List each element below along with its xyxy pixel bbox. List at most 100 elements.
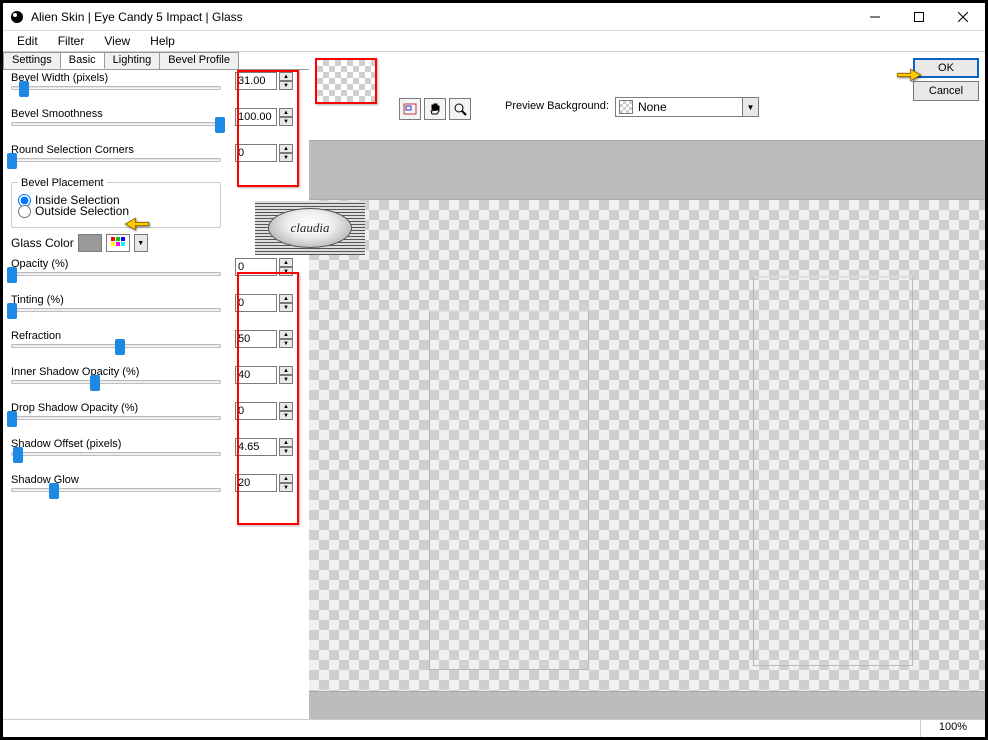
- slider-thumb[interactable]: [49, 483, 59, 499]
- preview-thumbnail[interactable]: [315, 58, 377, 104]
- bevel-smoothness-spinner[interactable]: ▲▼: [279, 108, 293, 126]
- round-corners-input[interactable]: [235, 144, 277, 162]
- preview-toolbar: Preview Background: None ▼ OK Cancel: [309, 52, 985, 140]
- radio-outside-input[interactable]: [18, 205, 31, 218]
- preview-shape: [753, 276, 913, 666]
- glass-color-palette-button[interactable]: [106, 234, 130, 252]
- shadow-glow-spinner[interactable]: ▲▼: [279, 474, 293, 492]
- tinting-input[interactable]: [235, 294, 277, 312]
- chevron-down-icon: ▼: [742, 98, 758, 116]
- annotation-hand-icon: [123, 214, 151, 234]
- drop-shadow-spinner[interactable]: ▲▼: [279, 402, 293, 420]
- param-tinting: Tinting (%) ▲▼: [11, 294, 301, 328]
- preview-canvas[interactable]: [309, 200, 985, 691]
- slider-thumb[interactable]: [13, 447, 23, 463]
- bevel-smoothness-input[interactable]: [235, 108, 277, 126]
- parameters-panel: Settings Basic Lighting Bevel Profile Be…: [3, 52, 309, 719]
- preview-bottom-bar: [309, 691, 985, 719]
- drop-shadow-input[interactable]: [235, 402, 277, 420]
- opacity-slider[interactable]: [11, 272, 221, 276]
- preview-bg-select[interactable]: None ▼: [615, 97, 759, 117]
- preview-area: Preview Background: None ▼ OK Cancel: [309, 52, 985, 719]
- shadow-offset-slider[interactable]: [11, 452, 221, 456]
- menu-help[interactable]: Help: [142, 34, 183, 48]
- param-shadow-glow: Shadow Glow ▲▼: [11, 474, 301, 508]
- opacity-spinner[interactable]: ▲▼: [279, 258, 293, 276]
- shadow-glow-slider[interactable]: [11, 488, 221, 492]
- preview-bg-label: Preview Background:: [505, 100, 609, 112]
- tab-lighting[interactable]: Lighting: [104, 52, 161, 69]
- bevel-placement-title: Bevel Placement: [18, 177, 107, 189]
- checker-icon: [619, 100, 633, 114]
- preview-top-bar: [309, 140, 985, 200]
- bevel-width-slider[interactable]: [11, 86, 221, 90]
- preview-bg-value: None: [638, 100, 667, 114]
- annotation-hand-icon: [895, 65, 923, 85]
- glass-color-swatch[interactable]: [78, 234, 102, 252]
- zoom-tool[interactable]: [449, 98, 471, 120]
- preview-tools: [399, 98, 471, 120]
- param-inner-shadow: Inner Shadow Opacity (%) ▲▼: [11, 366, 301, 400]
- slider-thumb[interactable]: [90, 375, 100, 391]
- round-corners-spinner[interactable]: ▲▼: [279, 144, 293, 162]
- tabs: Settings Basic Lighting Bevel Profile: [3, 52, 309, 70]
- radio-outside-label: Outside Selection: [35, 204, 129, 218]
- slider-thumb[interactable]: [7, 303, 17, 319]
- tab-settings[interactable]: Settings: [3, 52, 61, 69]
- slider-thumb[interactable]: [7, 411, 17, 427]
- menu-edit[interactable]: Edit: [9, 34, 46, 48]
- slider-thumb[interactable]: [19, 81, 29, 97]
- slider-thumb[interactable]: [7, 267, 17, 283]
- close-button[interactable]: [941, 3, 985, 31]
- shadow-glow-input[interactable]: [235, 474, 277, 492]
- shadow-offset-spinner[interactable]: ▲▼: [279, 438, 293, 456]
- maximize-button[interactable]: [897, 3, 941, 31]
- inner-shadow-spinner[interactable]: ▲▼: [279, 366, 293, 384]
- slider-thumb[interactable]: [7, 153, 17, 169]
- param-opacity: Opacity (%) ▲▼: [11, 258, 301, 292]
- shadow-offset-input[interactable]: [235, 438, 277, 456]
- tinting-slider[interactable]: [11, 308, 221, 312]
- param-bevel-width: Bevel Width (pixels) ▲▼: [11, 72, 301, 106]
- refraction-spinner[interactable]: ▲▼: [279, 330, 293, 348]
- minimize-button[interactable]: [853, 3, 897, 31]
- bevel-width-input[interactable]: [235, 72, 277, 90]
- hand-tool[interactable]: [424, 98, 446, 120]
- slider-thumb[interactable]: [115, 339, 125, 355]
- window-title: Alien Skin | Eye Candy 5 Impact | Glass: [31, 10, 853, 24]
- window-frame: Alien Skin | Eye Candy 5 Impact | Glass …: [0, 0, 988, 740]
- refraction-slider[interactable]: [11, 344, 221, 348]
- menu-filter[interactable]: Filter: [50, 34, 93, 48]
- content-area: Settings Basic Lighting Bevel Profile Be…: [3, 51, 985, 719]
- menubar: Edit Filter View Help: [3, 31, 985, 51]
- titlebar: Alien Skin | Eye Candy 5 Impact | Glass: [3, 3, 985, 31]
- statusbar: 100%: [3, 719, 985, 737]
- bevel-smoothness-slider[interactable]: [11, 122, 221, 126]
- app-icon: [9, 9, 25, 25]
- tab-bevel-profile[interactable]: Bevel Profile: [159, 52, 239, 69]
- inner-shadow-slider[interactable]: [11, 380, 221, 384]
- opacity-input[interactable]: [235, 258, 277, 276]
- drop-shadow-slider[interactable]: [11, 416, 221, 420]
- param-bevel-smoothness: Bevel Smoothness ▲▼: [11, 108, 301, 142]
- tinting-spinner[interactable]: ▲▼: [279, 294, 293, 312]
- round-corners-slider[interactable]: [11, 158, 221, 162]
- param-refraction: Refraction ▲▼: [11, 330, 301, 364]
- navigator-tool[interactable]: [399, 98, 421, 120]
- preview-shape: [429, 310, 589, 670]
- bevel-placement-group: Bevel Placement Inside Selection Outside…: [11, 182, 221, 228]
- zoom-indicator: 100%: [920, 720, 985, 737]
- tab-body: Bevel Width (pixels) ▲▼ Bevel Smoothness…: [3, 70, 309, 512]
- glass-color-row: Glass Color ▼: [11, 234, 301, 252]
- bevel-width-spinner[interactable]: ▲▼: [279, 72, 293, 90]
- param-round-corners: Round Selection Corners ▲▼: [11, 144, 301, 178]
- inner-shadow-input[interactable]: [235, 366, 277, 384]
- glass-color-dropdown[interactable]: ▼: [134, 234, 148, 252]
- tab-basic[interactable]: Basic: [60, 52, 105, 69]
- window-controls: [853, 3, 985, 31]
- slider-thumb[interactable]: [215, 117, 225, 133]
- radio-outside-selection[interactable]: Outside Selection: [18, 204, 214, 218]
- param-drop-shadow: Drop Shadow Opacity (%) ▲▼: [11, 402, 301, 436]
- refraction-input[interactable]: [235, 330, 277, 348]
- menu-view[interactable]: View: [96, 34, 138, 48]
